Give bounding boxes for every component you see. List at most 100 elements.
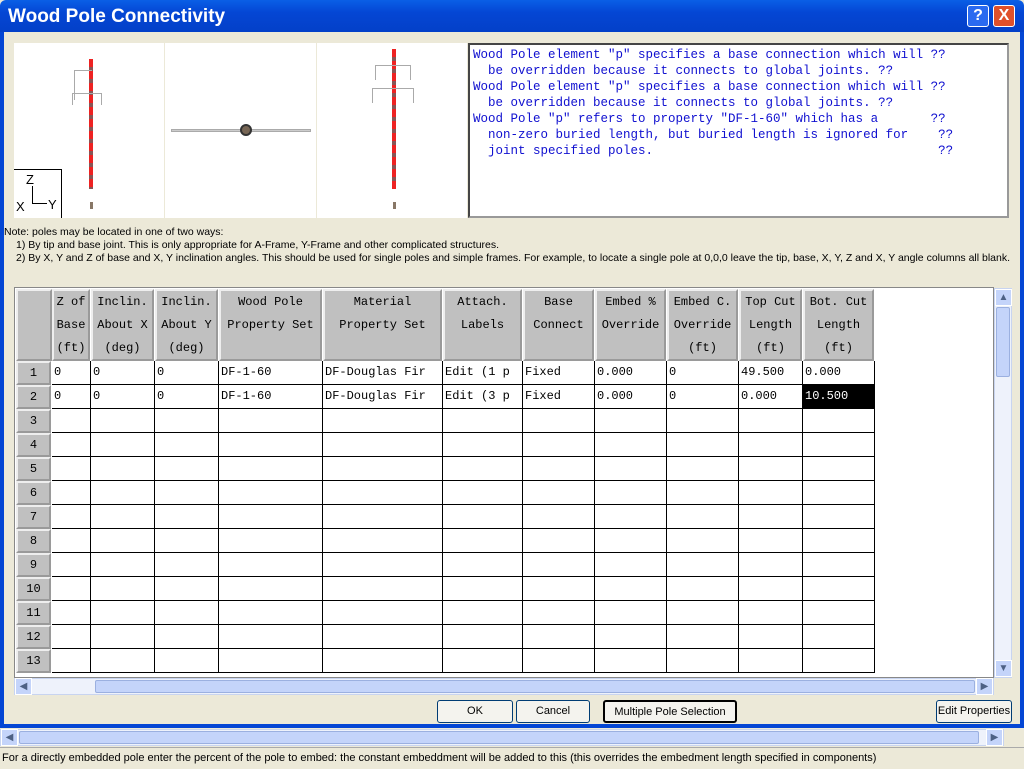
grid-cell[interactable] (667, 649, 739, 673)
scroll-left-button[interactable]: ◀ (15, 678, 32, 695)
grid-cell[interactable]: DF-Douglas Fir (323, 361, 443, 385)
help-button[interactable]: ? (967, 5, 989, 27)
grid-cell[interactable] (595, 481, 667, 505)
grid-cell[interactable] (803, 457, 875, 481)
grid-cell[interactable] (91, 433, 155, 457)
grid-cell[interactable] (52, 505, 91, 529)
grid-cell[interactable] (155, 553, 219, 577)
scroll-right-button[interactable]: ▶ (976, 678, 993, 695)
column-header[interactable]: Base Connect (523, 289, 594, 361)
grid-cell[interactable] (667, 529, 739, 553)
grid-cell[interactable] (155, 601, 219, 625)
grid-cell[interactable] (323, 577, 443, 601)
row-header[interactable]: 8 (16, 529, 51, 553)
grid-cell[interactable] (595, 553, 667, 577)
scroll-right-button[interactable]: ▶ (986, 729, 1003, 746)
grid-cell[interactable] (523, 505, 595, 529)
grid-cell[interactable] (739, 433, 803, 457)
grid-cell[interactable]: 0.000 (803, 361, 875, 385)
grid-cell[interactable] (155, 481, 219, 505)
grid-cell[interactable] (219, 577, 323, 601)
grid-cell[interactable] (219, 457, 323, 481)
grid-cell[interactable] (667, 553, 739, 577)
grid-cell[interactable] (219, 601, 323, 625)
grid-cell[interactable] (323, 481, 443, 505)
grid-cell[interactable] (667, 625, 739, 649)
grid-cell[interactable] (739, 577, 803, 601)
grid-cell[interactable] (739, 625, 803, 649)
grid-cell[interactable] (323, 553, 443, 577)
grid-cell[interactable] (595, 505, 667, 529)
grid-cell[interactable]: 0.000 (595, 361, 667, 385)
grid-cell[interactable] (155, 505, 219, 529)
grid-cell[interactable] (523, 649, 595, 673)
grid-cell[interactable] (52, 409, 91, 433)
grid-cell[interactable] (155, 457, 219, 481)
grid-cell[interactable] (523, 409, 595, 433)
grid-cell[interactable]: 0.000 (595, 385, 667, 409)
row-header[interactable]: 3 (16, 409, 51, 433)
grid-cell[interactable] (595, 457, 667, 481)
grid-cell[interactable] (323, 409, 443, 433)
grid-cell[interactable]: DF-1-60 (219, 385, 323, 409)
grid-cell[interactable] (323, 601, 443, 625)
column-header[interactable]: Inclin. About Y (deg) (155, 289, 218, 361)
scroll-thumb[interactable] (19, 731, 979, 744)
grid-cell[interactable] (803, 505, 875, 529)
grid-cell[interactable] (803, 433, 875, 457)
grid-cell[interactable] (91, 505, 155, 529)
grid-cell[interactable] (91, 577, 155, 601)
grid-cell[interactable] (52, 625, 91, 649)
grid-cell[interactable] (667, 457, 739, 481)
grid-cell[interactable] (443, 649, 523, 673)
grid-cell[interactable] (523, 529, 595, 553)
grid-cell[interactable] (667, 577, 739, 601)
grid-cell[interactable] (91, 553, 155, 577)
grid-cell[interactable] (443, 529, 523, 553)
grid-cell[interactable] (155, 409, 219, 433)
grid-cell[interactable]: 0 (91, 385, 155, 409)
grid-cell[interactable]: Fixed (523, 361, 595, 385)
column-header[interactable]: Wood Pole Property Set (219, 289, 322, 361)
grid-cell[interactable] (523, 625, 595, 649)
row-header[interactable]: 13 (16, 649, 51, 673)
row-header[interactable]: 1 (16, 361, 51, 385)
grid-cell[interactable] (52, 553, 91, 577)
scroll-up-button[interactable]: ▲ (995, 289, 1012, 306)
multiple-pole-selection-button[interactable]: Multiple Pole Selection (603, 700, 737, 723)
grid-cell[interactable] (323, 529, 443, 553)
window-horizontal-scrollbar[interactable]: ◀ ▶ (0, 729, 1004, 746)
column-header[interactable]: Attach. Labels (443, 289, 522, 361)
grid-cell[interactable] (155, 625, 219, 649)
column-header[interactable]: Z of Base (ft) (52, 289, 90, 361)
grid-cell[interactable] (91, 529, 155, 553)
grid-cell[interactable]: 10.500 (803, 385, 875, 409)
grid-cell[interactable] (443, 601, 523, 625)
grid-cell[interactable] (595, 577, 667, 601)
close-button[interactable]: X (993, 5, 1015, 27)
grid-cell[interactable] (803, 481, 875, 505)
vertical-scrollbar[interactable]: ▲ ▼ (994, 288, 1012, 678)
grid-cell[interactable] (739, 649, 803, 673)
grid-cell[interactable] (739, 601, 803, 625)
grid-cell[interactable]: DF-1-60 (219, 361, 323, 385)
grid-cell[interactable] (323, 433, 443, 457)
grid-cell[interactable] (803, 625, 875, 649)
grid-cell[interactable] (155, 433, 219, 457)
grid-cell[interactable] (91, 649, 155, 673)
grid-cell[interactable] (523, 577, 595, 601)
grid-cell[interactable] (219, 529, 323, 553)
column-header[interactable]: Embed C. Override (ft) (667, 289, 738, 361)
grid-cell[interactable] (803, 601, 875, 625)
row-header[interactable]: 2 (16, 385, 51, 409)
grid-cell[interactable] (523, 457, 595, 481)
grid-cell[interactable] (219, 649, 323, 673)
grid-cell[interactable] (523, 433, 595, 457)
grid-cell[interactable] (523, 553, 595, 577)
grid-cell[interactable] (323, 505, 443, 529)
row-header[interactable]: 4 (16, 433, 51, 457)
grid-cell[interactable] (739, 529, 803, 553)
column-header[interactable]: Bot. Cut Length (ft) (803, 289, 874, 361)
grid-cell[interactable] (219, 409, 323, 433)
grid-cell[interactable] (667, 409, 739, 433)
